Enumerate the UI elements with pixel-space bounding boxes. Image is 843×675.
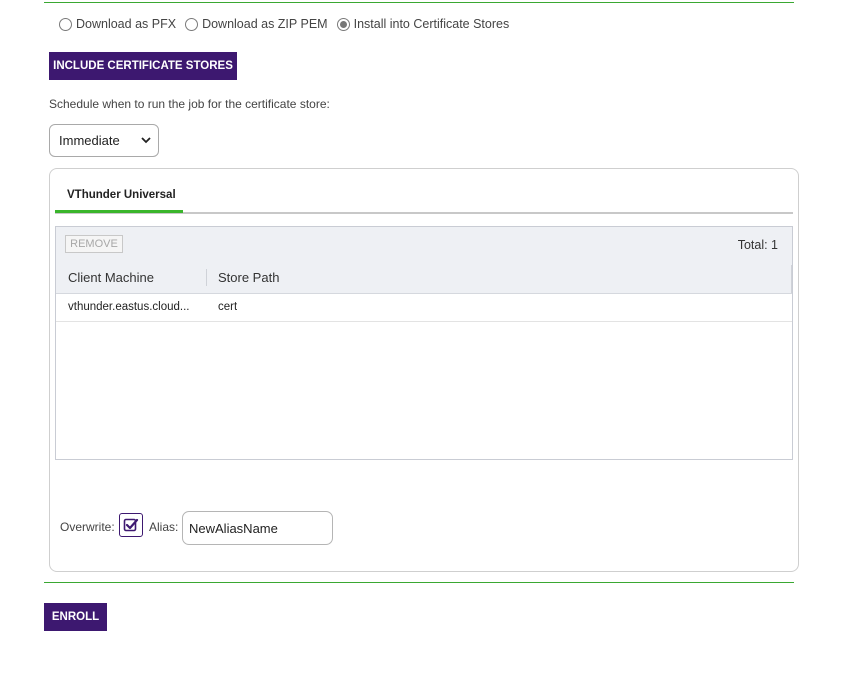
- grid-header: Client Machine Store Path: [56, 261, 792, 294]
- radio-label: Download as ZIP PEM: [202, 17, 328, 31]
- radio-install-into-stores[interactable]: Install into Certificate Stores: [336, 17, 510, 31]
- client-machine-cell: vthunder.eastus.cloud...: [68, 301, 190, 313]
- store-path-cell: cert: [218, 301, 238, 313]
- delivery-format-group: Download as PFX Download as ZIP PEM Inst…: [59, 17, 518, 31]
- column-header-store-path[interactable]: Store Path: [218, 270, 279, 285]
- remove-button[interactable]: REMOVE: [65, 235, 123, 253]
- grid-toolbar: REMOVE Total: 1: [56, 227, 792, 262]
- schedule-select-value: Immediate: [59, 133, 120, 148]
- alias-label: Alias:: [149, 520, 179, 534]
- radio-download-pfx[interactable]: Download as PFX: [59, 17, 176, 31]
- checkmark-icon: [123, 518, 139, 532]
- radio-label: Install into Certificate Stores: [353, 17, 510, 31]
- stores-grid: REMOVE Total: 1 Client Machine Store Pat…: [55, 226, 793, 460]
- schedule-label: Schedule when to run the job for the cer…: [49, 97, 330, 111]
- radio-label: Download as PFX: [76, 17, 177, 31]
- column-separator[interactable]: [206, 269, 207, 286]
- column-separator: [791, 265, 792, 293]
- radio-download-zip-pem[interactable]: Download as ZIP PEM: [185, 17, 328, 31]
- radio-button-icon[interactable]: [185, 17, 199, 31]
- total-count: Total: 1: [737, 238, 778, 252]
- include-certificate-stores-button[interactable]: INCLUDE CERTIFICATE STORES: [49, 52, 237, 80]
- alias-input[interactable]: NewAliasName: [182, 511, 333, 545]
- chevron-down-icon: [141, 137, 151, 144]
- table-row[interactable]: vthunder.eastus.cloud... cert: [56, 294, 792, 322]
- bottom-divider: [44, 582, 794, 583]
- active-tab-indicator: [55, 210, 183, 213]
- overwrite-checkbox[interactable]: [119, 513, 143, 537]
- radio-button-selected-icon[interactable]: [336, 17, 350, 31]
- overwrite-label: Overwrite:: [60, 520, 115, 534]
- top-divider: [44, 2, 794, 3]
- enroll-button[interactable]: ENROLL: [44, 603, 107, 631]
- column-header-client-machine[interactable]: Client Machine: [68, 270, 154, 285]
- schedule-select[interactable]: Immediate: [49, 124, 159, 157]
- tab-label: VThunder Universal: [67, 189, 176, 201]
- radio-button-icon[interactable]: [59, 17, 72, 31]
